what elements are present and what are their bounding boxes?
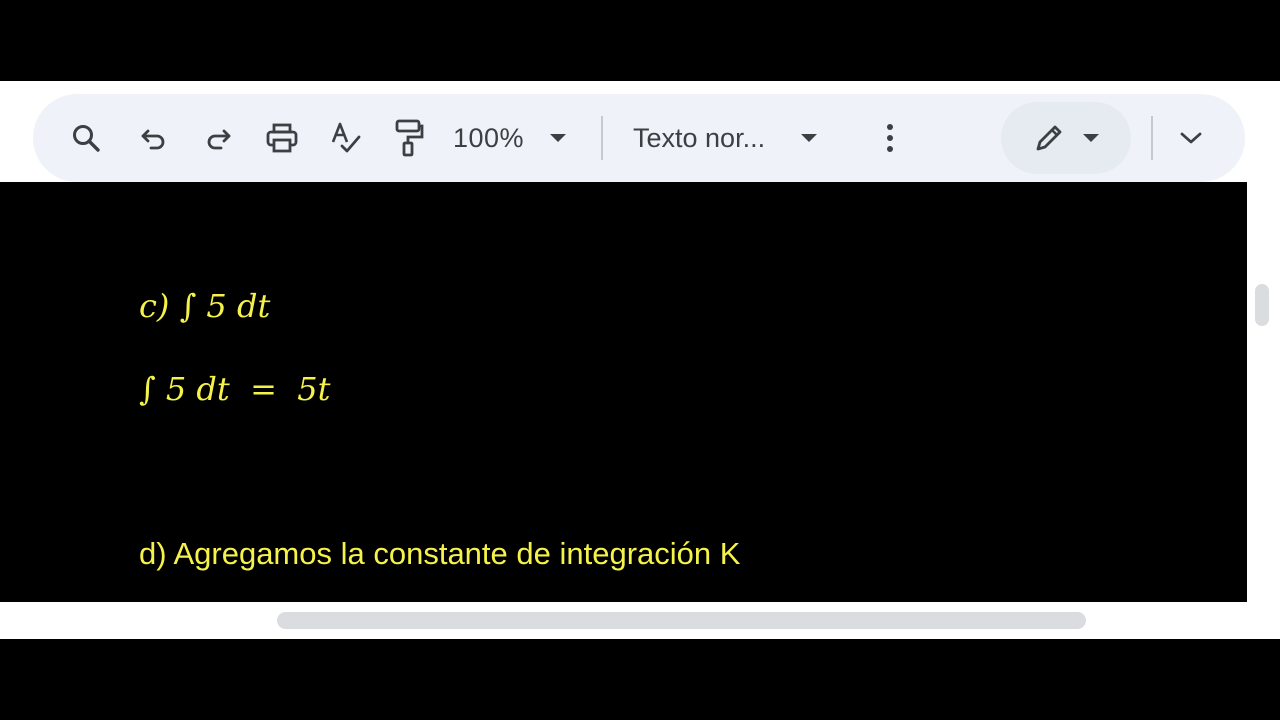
toolbar: 100% Texto nor... (33, 94, 1245, 182)
exercise-d-text: d) Agregamos la constante de integración… (139, 536, 741, 571)
chevron-down-icon (1180, 132, 1202, 144)
dropdown-arrow-icon (801, 134, 818, 142)
print-button[interactable] (261, 114, 303, 162)
search-button[interactable] (65, 114, 107, 162)
redo-button[interactable] (197, 114, 239, 162)
dropdown-arrow-icon (1083, 134, 1099, 142)
zoom-select[interactable]: 100% (453, 114, 587, 162)
exercise-c-heading: c) ∫ 5 dt (139, 287, 271, 325)
toolbar-divider (601, 116, 603, 160)
vertical-scrollbar-thumb[interactable] (1255, 284, 1269, 326)
editing-mode-dropdown[interactable] (1079, 114, 1103, 162)
paint-format-icon (395, 119, 424, 157)
undo-icon (141, 129, 165, 150)
redo-icon (207, 129, 231, 150)
print-icon (266, 123, 298, 153)
editing-mode-button[interactable] (1031, 114, 1067, 162)
toolbar-divider (1151, 116, 1153, 160)
editing-mode-group[interactable] (1001, 102, 1131, 174)
horizontal-scrollbar-thumb[interactable] (277, 612, 1086, 629)
docs-app: 100% Texto nor... c) ∫ 5 dt ∫ 5 dt = 5t … (0, 81, 1280, 639)
spellcheck-button[interactable] (325, 114, 367, 162)
more-options-button[interactable] (869, 114, 911, 162)
document-canvas[interactable]: c) ∫ 5 dt ∫ 5 dt = 5t d) Agregamos la co… (0, 182, 1247, 602)
paragraph-style-value: Texto nor... (633, 122, 766, 153)
video-letterbox-bottom (0, 639, 1280, 720)
dropdown-arrow-icon (550, 134, 567, 142)
search-icon (73, 125, 100, 152)
vertical-scrollbar[interactable] (1247, 182, 1280, 602)
undo-button[interactable] (133, 114, 175, 162)
paragraph-style-select[interactable]: Texto nor... (633, 114, 843, 162)
more-vert-icon (887, 124, 893, 152)
pencil-icon (1036, 125, 1062, 151)
exercise-c-result: ∫ 5 dt = 5t (139, 370, 331, 408)
spellcheck-icon (331, 122, 361, 153)
zoom-value: 100% (453, 122, 525, 153)
collapse-toolbar-button[interactable] (1171, 114, 1211, 162)
paint-format-button[interactable] (387, 114, 429, 162)
video-letterbox-top (0, 0, 1280, 81)
